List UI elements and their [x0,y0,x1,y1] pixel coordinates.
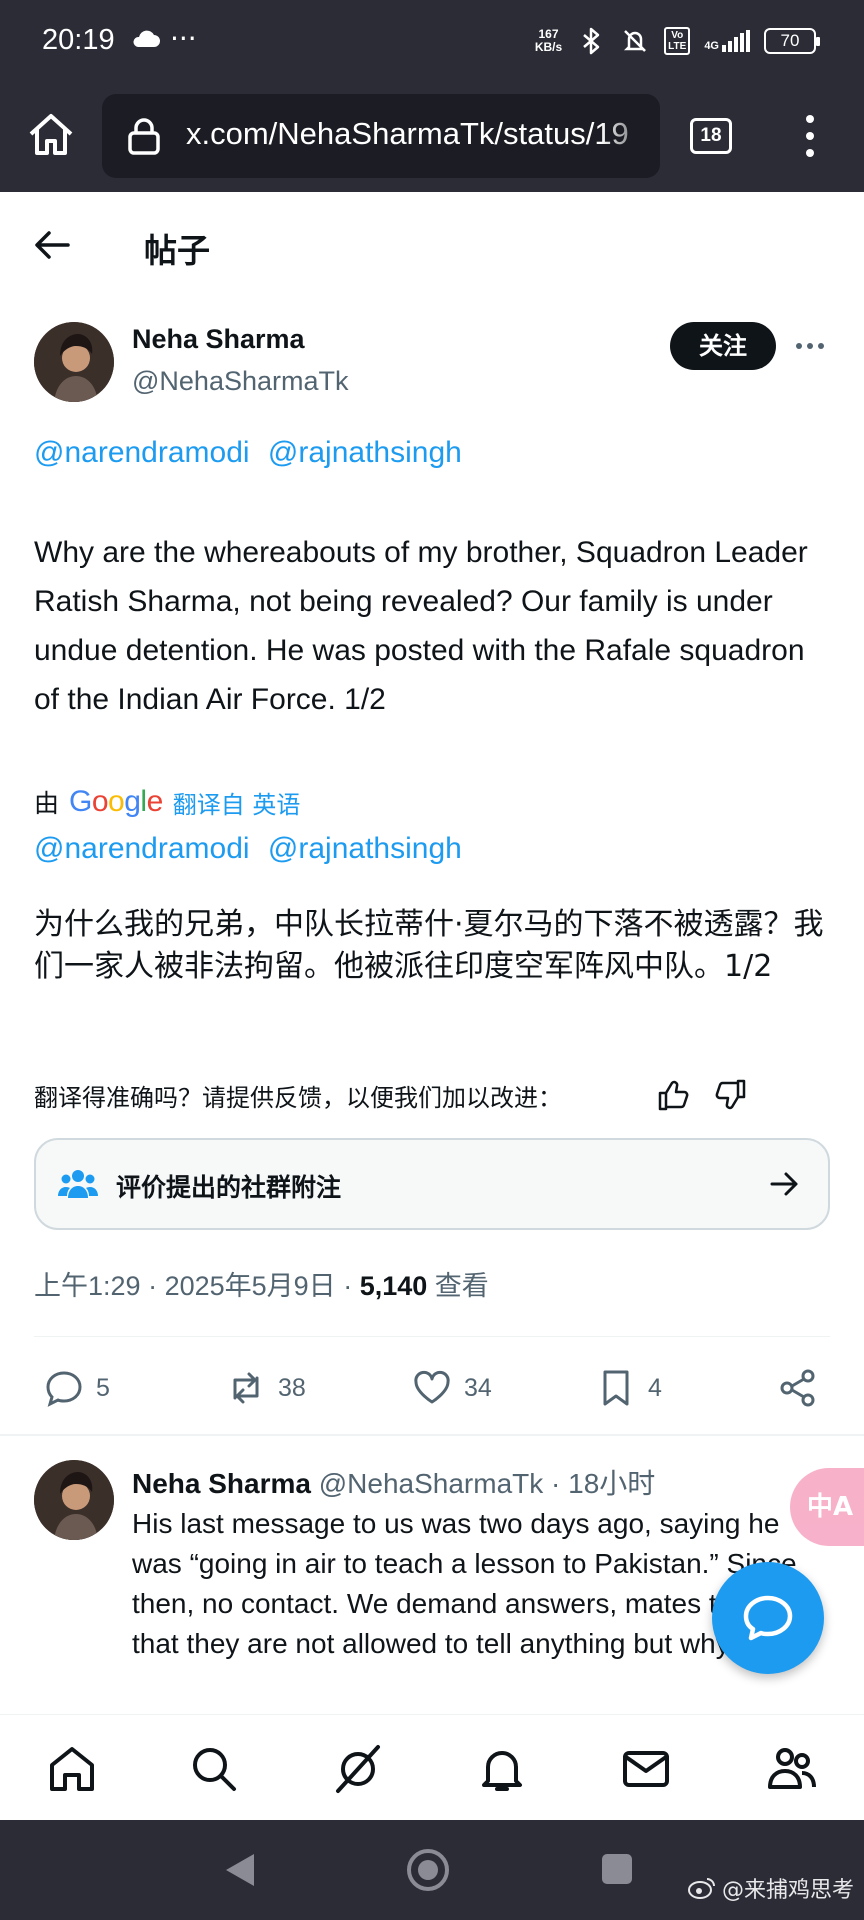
thumbs-up-icon[interactable] [656,1078,690,1112]
community-icon [58,1170,98,1198]
arrow-right-icon [770,1172,798,1196]
browser-toolbar: x.com/NehaSharmaTk/status/19 18 [0,84,864,192]
floating-translate-button[interactable]: 中A [790,1468,864,1546]
grok-nav-icon[interactable] [332,1743,384,1795]
post-mentions: @narendramodi @rajnathsingh [34,436,472,470]
translated-body: 为什么我的兄弟，中队长拉蒂什·夏尔马的下落不被透露？我们一家人被非法拘留。他被派… [34,907,824,984]
system-recents-icon[interactable] [602,1854,632,1884]
system-navigation: @来捕鸡思考 [0,1820,864,1920]
speed-unit: KB/s [534,40,563,54]
post-timestamp: 上午1:29 · 2025年5月9日 · 5,140 查看 [34,1271,489,1301]
post-body: Why are the whereabouts of my brother, S… [34,536,808,716]
browser-menu-icon[interactable] [806,114,814,158]
divider [34,1336,830,1337]
home-nav-icon[interactable] [46,1743,98,1795]
mute-icon [624,30,647,52]
volte-top: Vo [671,30,684,41]
tab-switcher-button[interactable]: 18 [690,118,732,154]
status-icons: 167 KB/s Vo LTE 4G 70 [535,26,820,56]
chat-bubble-icon [743,1595,793,1641]
share-button[interactable] [778,1368,818,1408]
reply-count: 5 [96,1373,110,1402]
mention-link[interactable]: @rajnathsingh [268,436,462,469]
translation-feedback-prompt: 翻译得准确吗？请提供反馈，以便我们加以改进： [34,1084,562,1112]
address-bar[interactable]: x.com/NehaSharmaTk/status/19 [102,94,660,178]
author-handle[interactable]: @NehaSharmaTk [132,366,349,397]
messages-nav-icon[interactable] [620,1743,672,1795]
mention-link[interactable]: @narendramodi [34,832,250,865]
translation-attribution: 由 Google 翻译自 英语 [34,784,300,820]
signal-icon: 4G [704,30,750,52]
repost-icon [233,1372,259,1404]
notifications-nav-icon[interactable] [476,1743,528,1795]
lock-icon [128,118,160,155]
like-button[interactable]: 34 [412,1368,492,1408]
url-text: x.com/NehaSharmaTk/status/19 [186,116,629,151]
translated-from-link[interactable]: 翻译自 英语 [173,785,301,820]
google-logo: Google [69,785,163,818]
volte-icon: Vo LTE [664,27,691,55]
translated-by-prefix: 由 [34,789,60,818]
reply-button[interactable]: 5 [44,1368,110,1408]
like-count: 34 [464,1373,492,1402]
more-options-icon[interactable] [794,334,826,358]
reply-meta: @NehaSharmaTk · 18小时 [318,1468,656,1499]
community-note-button[interactable]: 评价提出的社群附注 [34,1138,830,1230]
back-arrow-icon[interactable] [34,230,70,260]
more-dots-icon: ··· [170,22,197,55]
mention-link[interactable]: @narendramodi [34,436,250,469]
community-note-label: 评价提出的社群附注 [116,1173,342,1202]
bookmark-button[interactable]: 4 [596,1368,662,1408]
home-icon[interactable] [26,110,76,160]
translated-mentions: @narendramodi @rajnathsingh [34,832,472,866]
compose-fab[interactable] [712,1562,824,1674]
search-nav-icon[interactable] [188,1743,240,1795]
battery-icon: 70 [764,28,820,54]
weibo-icon [687,1878,715,1899]
network-type: 4G [704,40,719,52]
post-date[interactable]: 2025年5月9日 [165,1271,336,1301]
reply-avatar[interactable] [34,1460,114,1540]
avatar[interactable] [34,322,114,402]
system-back-icon[interactable] [224,1852,256,1888]
thumbs-down-icon[interactable] [714,1078,748,1112]
bottom-navigation [0,1714,864,1820]
communities-nav-icon[interactable] [766,1743,818,1795]
repost-button[interactable]: 38 [226,1368,306,1408]
divider [0,1434,864,1436]
cloud-icon [133,30,160,47]
page-title: 帖子 [144,231,210,270]
mention-link[interactable]: @rajnathsingh [268,832,462,865]
reply-icon [46,1371,82,1407]
network-speed: 167 KB/s [535,28,562,54]
status-bar: 20:19 ··· 167 KB/s Vo LTE 4G 70 [0,0,864,84]
share-icon [780,1369,815,1407]
view-label: 查看 [434,1271,489,1301]
repost-count: 38 [278,1373,306,1402]
status-time: 20:19 [42,24,115,56]
heart-icon [414,1370,450,1404]
system-home-icon[interactable] [406,1848,450,1892]
volte-bottom: LTE [668,41,687,52]
bookmark-icon [603,1370,629,1406]
reply-author-name[interactable]: Neha Sharma [132,1468,311,1499]
reply-header: Neha Sharma @NehaSharmaTk · 18小时 [132,1462,655,1502]
follow-button[interactable]: 关注 [670,322,776,370]
view-count: 5,140 [359,1271,428,1301]
watermark-text: @来捕鸡思考 [721,1878,854,1903]
bookmark-count: 4 [648,1373,662,1402]
page-header: 帖子 [0,192,864,300]
bluetooth-icon [583,27,600,55]
author-name[interactable]: Neha Sharma [132,324,305,355]
post-time[interactable]: 上午1:29 [34,1271,141,1301]
watermark: @来捕鸡思考 [687,1872,854,1904]
